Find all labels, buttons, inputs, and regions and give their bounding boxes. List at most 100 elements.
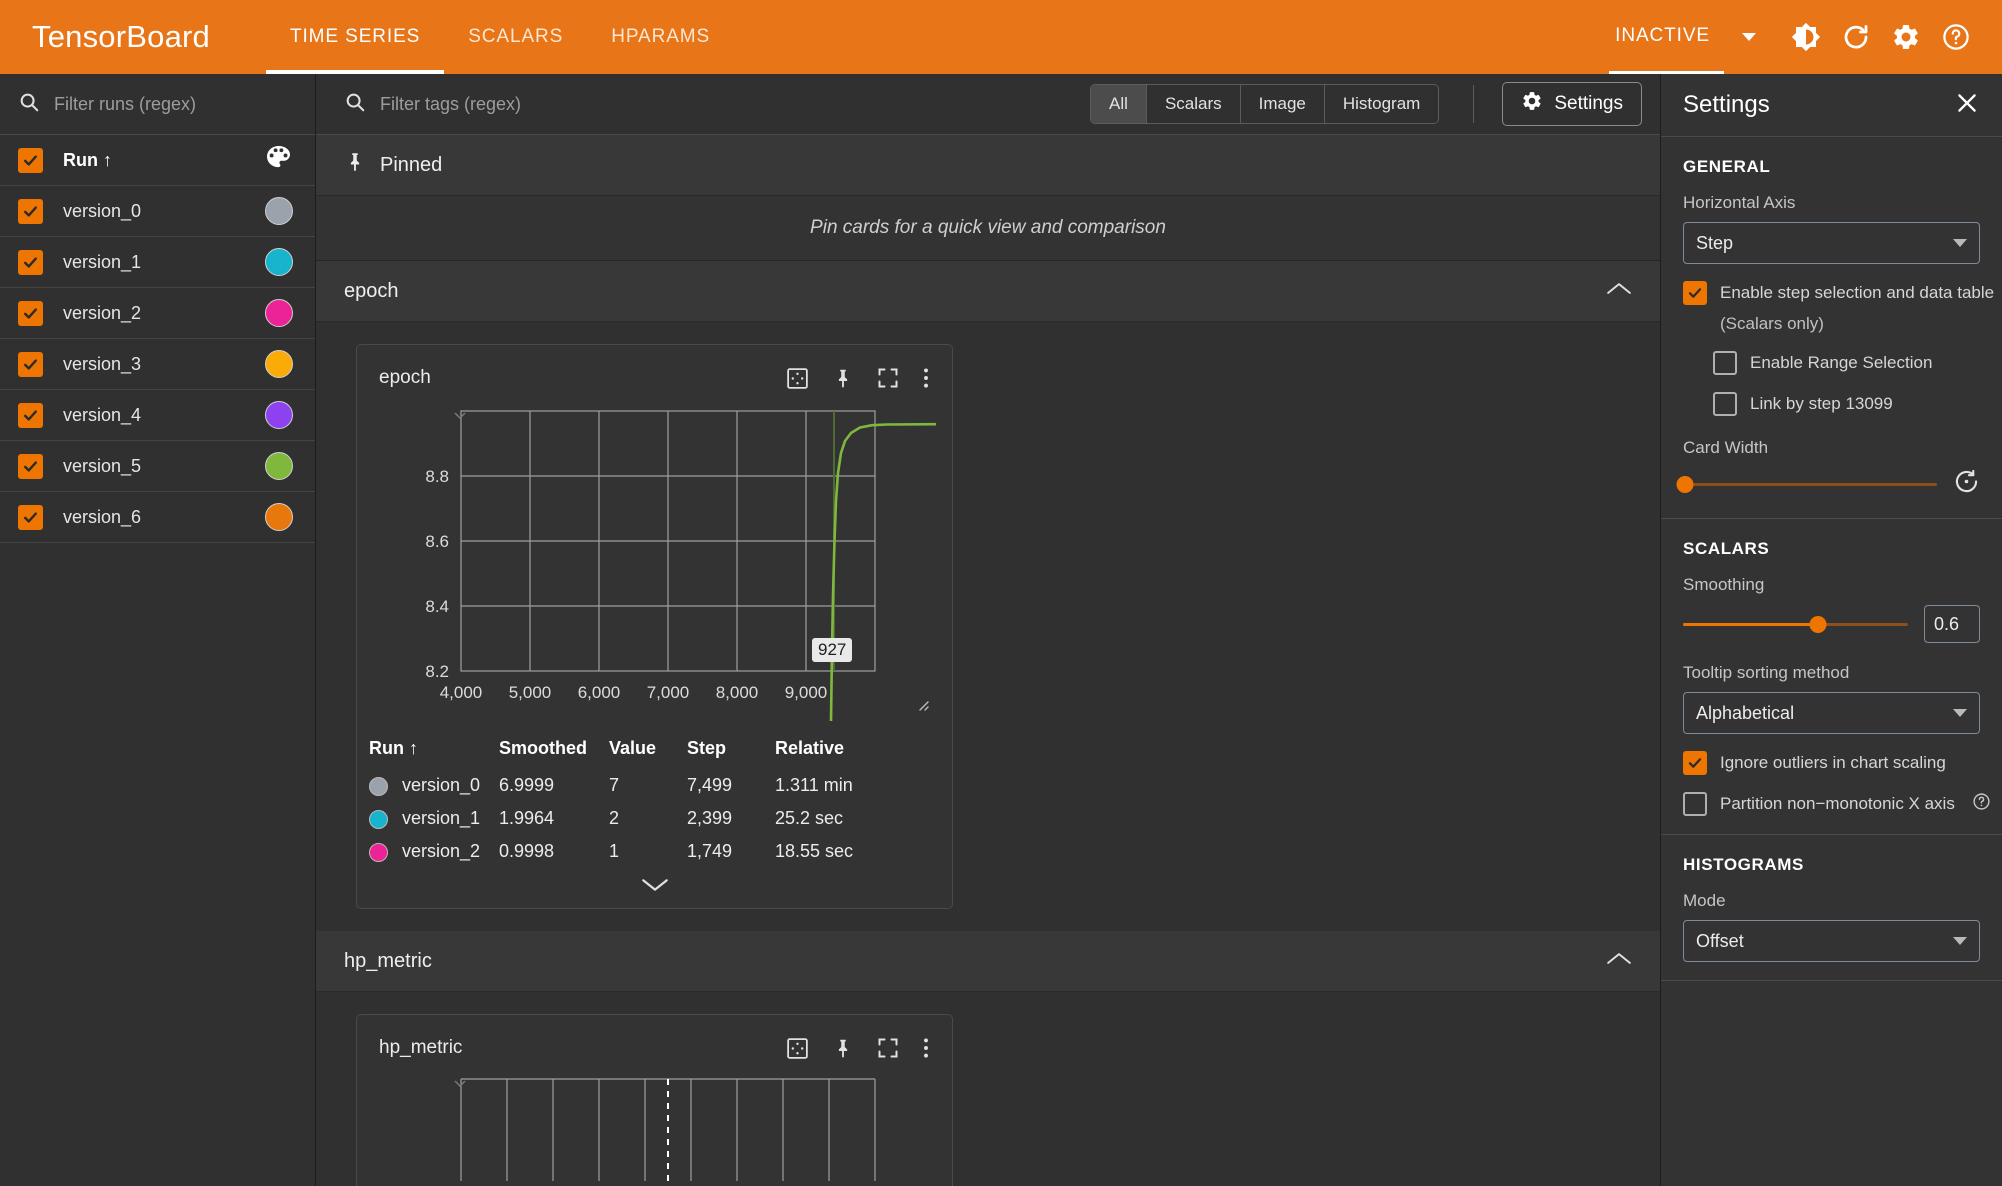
horizontal-axis-select[interactable]: Step: [1683, 222, 1980, 264]
reset-card-width-icon[interactable]: [1953, 468, 1980, 500]
cell-value: 7: [609, 769, 687, 802]
link-by-step-checkbox[interactable]: [1713, 392, 1737, 416]
run-row-version-6[interactable]: version_6: [0, 492, 315, 543]
run-checkbox[interactable]: [18, 250, 43, 275]
x-tick-label: 7,000: [647, 683, 690, 702]
more-options-icon[interactable]: [922, 365, 930, 391]
help-icon[interactable]: [1972, 792, 1991, 816]
run-checkbox[interactable]: [18, 454, 43, 479]
smoothing-slider-row: 0.6: [1683, 605, 1980, 643]
run-row-version-4[interactable]: version_4: [0, 390, 315, 441]
runs-search-input[interactable]: [54, 94, 297, 115]
refresh-icon[interactable]: [1834, 15, 1878, 59]
search-icon: [344, 91, 366, 118]
partition-x-axis-checkbox[interactable]: [1683, 792, 1707, 816]
pin-icon: [344, 150, 366, 180]
more-options-icon[interactable]: [922, 1035, 930, 1061]
col-relative[interactable]: Relative: [775, 735, 940, 769]
col-run[interactable]: Run ↑: [369, 735, 499, 769]
enable-step-selection-row[interactable]: Enable step selection and data table: [1683, 281, 1980, 305]
card-width-slider-row: [1683, 468, 1980, 500]
partition-x-axis-row[interactable]: Partition non−monotonic X axis: [1683, 792, 1980, 816]
pin-icon[interactable]: [832, 1036, 854, 1061]
run-checkbox[interactable]: [18, 301, 43, 326]
chevron-up-icon[interactable]: [1606, 950, 1632, 973]
run-color-dot[interactable]: [265, 248, 293, 276]
run-color-dot[interactable]: [265, 503, 293, 531]
fullscreen-icon[interactable]: [876, 1036, 900, 1060]
run-checkbox[interactable]: [18, 403, 43, 428]
tooltip-sorting-select[interactable]: Alphabetical: [1683, 692, 1980, 734]
cards-scroll-area[interactable]: Pinned Pin cards for a quick view and co…: [316, 135, 1660, 1186]
search-icon: [18, 91, 40, 118]
runs-select-all-checkbox[interactable]: [18, 148, 43, 173]
group-title: hp_metric: [344, 950, 432, 973]
close-icon[interactable]: [1954, 90, 1980, 121]
expand-table-button[interactable]: [369, 868, 940, 896]
group-header-hp-metric[interactable]: hp_metric: [316, 931, 1660, 992]
col-value[interactable]: Value: [609, 735, 687, 769]
run-checkbox[interactable]: [18, 505, 43, 530]
gear-icon[interactable]: [1884, 15, 1928, 59]
col-step[interactable]: Step: [687, 735, 775, 769]
axis-caret-icon: [455, 1081, 465, 1086]
run-color-dot[interactable]: [265, 401, 293, 429]
filter-scalars[interactable]: Scalars: [1147, 85, 1241, 123]
smoothing-slider[interactable]: [1683, 623, 1908, 626]
caret-down-icon[interactable]: [1742, 33, 1756, 41]
enable-range-selection-checkbox[interactable]: [1713, 351, 1737, 375]
hp-metric-plot[interactable]: [375, 1071, 934, 1181]
brightness-icon[interactable]: [1784, 15, 1828, 59]
tab-time-series[interactable]: TIME SERIES: [266, 0, 444, 74]
tab-hparams[interactable]: HPARAMS: [587, 0, 734, 74]
pin-icon[interactable]: [832, 366, 854, 391]
link-by-step-row[interactable]: Link by step 13099: [1713, 392, 1980, 416]
histogram-mode-select[interactable]: Offset: [1683, 920, 1980, 962]
cell-smoothed: 0.9998: [499, 835, 609, 868]
smoothing-label: Smoothing: [1683, 575, 1980, 595]
fit-to-domain-icon[interactable]: [785, 366, 810, 391]
pinned-section-header[interactable]: Pinned: [316, 135, 1660, 196]
enable-range-selection-row[interactable]: Enable Range Selection: [1713, 351, 1980, 375]
epoch-plot[interactable]: 8.8 8.6 8.4 8.2 4,000 5,000 6,000: [375, 401, 934, 721]
fit-to-domain-icon[interactable]: [785, 1036, 810, 1061]
help-icon[interactable]: [1934, 15, 1978, 59]
enable-step-selection-checkbox[interactable]: [1683, 281, 1707, 305]
filter-histogram[interactable]: Histogram: [1325, 85, 1438, 123]
run-row-version-0[interactable]: version_0: [0, 186, 315, 237]
palette-icon[interactable]: [264, 143, 293, 177]
tag-search-input[interactable]: [380, 94, 1076, 115]
run-color-dot[interactable]: [265, 350, 293, 378]
ignore-outliers-row[interactable]: Ignore outliers in chart scaling: [1683, 751, 1980, 775]
run-row-version-1[interactable]: version_1: [0, 237, 315, 288]
filter-image[interactable]: Image: [1241, 85, 1325, 123]
settings-toggle-button[interactable]: Settings: [1502, 82, 1642, 126]
horizontal-axis-value: Step: [1696, 233, 1733, 254]
fullscreen-icon[interactable]: [876, 366, 900, 390]
x-tick-label: 6,000: [578, 683, 621, 702]
col-smoothed[interactable]: Smoothed: [499, 735, 609, 769]
run-checkbox[interactable]: [18, 199, 43, 224]
ignore-outliers-checkbox[interactable]: [1683, 751, 1707, 775]
smoothing-value-input[interactable]: 0.6: [1924, 605, 1980, 643]
section-title: HISTOGRAMS: [1683, 855, 1980, 875]
run-row-version-5[interactable]: version_5: [0, 441, 315, 492]
filter-all[interactable]: All: [1091, 85, 1147, 123]
card-resize-handle[interactable]: [914, 696, 930, 717]
runs-header-row[interactable]: Run ↑: [0, 135, 315, 186]
group-header-epoch[interactable]: epoch: [316, 261, 1660, 322]
run-color-dot[interactable]: [265, 197, 293, 225]
chevron-up-icon[interactable]: [1606, 280, 1632, 303]
tab-scalars[interactable]: SCALARS: [444, 0, 587, 74]
run-row-version-3[interactable]: version_3: [0, 339, 315, 390]
settings-section-histograms: HISTOGRAMS Mode Offset: [1661, 835, 2002, 981]
run-status[interactable]: INACTIVE: [1609, 0, 1724, 74]
run-color-dot[interactable]: [265, 452, 293, 480]
ignore-outliers-label: Ignore outliers in chart scaling: [1720, 751, 1946, 775]
card-width-slider[interactable]: [1683, 483, 1937, 486]
run-color-dot[interactable]: [265, 299, 293, 327]
run-checkbox[interactable]: [18, 352, 43, 377]
tag-filter-bar: All Scalars Image Histogram Settings: [316, 74, 1660, 135]
run-row-version-2[interactable]: version_2: [0, 288, 315, 339]
settings-header: Settings: [1661, 74, 2002, 137]
